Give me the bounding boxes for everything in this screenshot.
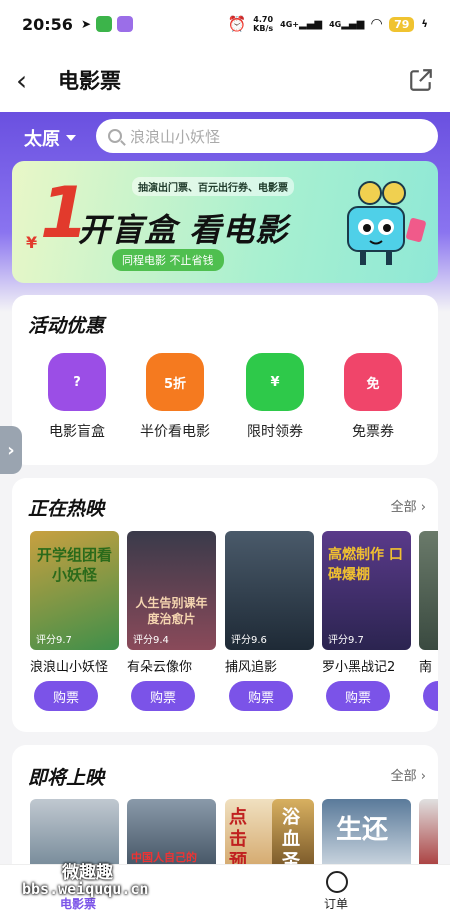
movie-poster[interactable]: 高燃制作 口碑爆棚 评分9.7 bbox=[322, 531, 411, 650]
poster-text: 生还 bbox=[336, 815, 389, 845]
activity-item-label: 免票券 bbox=[352, 424, 394, 440]
bird-icon: ➤ bbox=[80, 17, 91, 31]
activity-item-coupon[interactable]: ¥ 限时领券 bbox=[230, 353, 320, 441]
net-speed-value: 4.70 bbox=[253, 15, 274, 24]
watermark-line2: bbs.weiququ.cn bbox=[22, 880, 149, 898]
city-selector[interactable]: 太原 bbox=[24, 125, 76, 151]
banner-headline: 开盲盒 看电影 bbox=[78, 211, 289, 249]
movie-poster[interactable]: 评分9.6 bbox=[225, 531, 314, 650]
poster-text: 中国人自己的 bbox=[131, 851, 197, 864]
alarm-icon: ⏰ bbox=[227, 15, 247, 33]
movie-item[interactable]: 南 购票 bbox=[419, 531, 438, 711]
activity-item-label: 限时领券 bbox=[247, 424, 303, 440]
movie-item[interactable]: 人生告别课年度治愈片 评分9.4 有朵云像你 购票 bbox=[127, 531, 216, 711]
side-drawer-handle[interactable]: › bbox=[0, 426, 22, 474]
movie-score: 评分9.7 bbox=[328, 635, 364, 646]
upcoming-more[interactable]: 全部 › bbox=[391, 765, 426, 784]
search-icon bbox=[108, 129, 122, 143]
share-icon[interactable] bbox=[408, 67, 434, 93]
now-showing-card: 正在热映 全部 › 开学组团看小妖怪 评分9.7 浪浪山小妖怪 购票 人生告别课… bbox=[12, 478, 438, 732]
movie-item[interactable]: 高燃制作 口碑爆棚 评分9.7 罗小黑战记2 购票 bbox=[322, 531, 411, 711]
app-notification-icon bbox=[117, 16, 133, 32]
banner-tag: 同程电影 不止省钱 bbox=[112, 249, 224, 271]
buy-ticket-button[interactable]: 购票 bbox=[229, 681, 293, 711]
movie-title: 罗小黑战记2 bbox=[322, 660, 396, 675]
buy-ticket-button[interactable]: 购票 bbox=[131, 681, 195, 711]
poster-text: 人生告别课年度治愈片 bbox=[135, 596, 208, 626]
order-icon[interactable] bbox=[326, 871, 348, 893]
buy-ticket-button[interactable]: 购票 bbox=[423, 681, 438, 711]
back-icon[interactable]: ‹ bbox=[16, 64, 46, 97]
movie-item[interactable]: 开学组团看小妖怪 评分9.7 浪浪山小妖怪 购票 bbox=[30, 531, 119, 711]
more-label: 全部 bbox=[390, 500, 417, 515]
movie-poster[interactable]: 开学组团看小妖怪 评分9.7 bbox=[30, 531, 119, 650]
activity-item-label: 半价看电影 bbox=[140, 424, 210, 440]
status-bar: 20:56 ➤ ⏰ 4.70 KB/s 4G+▂▄▆ 4G▂▄▆ ◠ 79 ϟ bbox=[0, 0, 450, 48]
now-showing-title: 正在热映 bbox=[28, 498, 105, 520]
status-notification-icons: ➤ bbox=[81, 16, 133, 32]
caret-down-icon bbox=[66, 135, 76, 141]
activity-item-half-price[interactable]: 5折 半价看电影 bbox=[130, 353, 220, 441]
top-nav: ‹ 电影票 bbox=[0, 48, 450, 112]
net-speed: 4.70 KB/s bbox=[253, 15, 273, 33]
blind-box-icon: ? bbox=[48, 353, 106, 411]
activity-card: 活动优惠 ? 电影盲盒 5折 半价看电影 ¥ 限时领券 免 免票券 bbox=[12, 295, 438, 465]
movie-score: 评分9.6 bbox=[231, 635, 267, 646]
buy-ticket-button[interactable]: 购票 bbox=[34, 681, 98, 711]
city-label: 太原 bbox=[24, 129, 60, 150]
signal-label-1: 4G+ bbox=[280, 19, 299, 29]
movie-poster[interactable]: 人生告别课年度治愈片 评分9.4 bbox=[127, 531, 216, 650]
movie-score: 评分9.4 bbox=[133, 635, 169, 646]
movie-title: 捕风追影 bbox=[225, 660, 278, 675]
movie-title: 南 bbox=[419, 660, 433, 675]
movie-item[interactable]: 评分9.6 捕风追影 购票 bbox=[225, 531, 314, 711]
net-speed-unit: KB/s bbox=[253, 24, 274, 33]
now-showing-more[interactable]: 全部 › bbox=[391, 496, 426, 515]
movie-poster[interactable] bbox=[419, 531, 438, 650]
banner-yen: ¥ bbox=[26, 233, 38, 252]
film-projector-mascot-icon bbox=[347, 181, 426, 265]
charging-icon: ϟ bbox=[421, 18, 428, 30]
buy-ticket-button[interactable]: 购票 bbox=[326, 681, 390, 711]
more-label: 全部 bbox=[390, 769, 417, 784]
signal-label-2: 4G bbox=[329, 19, 342, 29]
activity-item-free-ticket[interactable]: 免 免票券 bbox=[328, 353, 418, 441]
movie-score: 评分9.7 bbox=[36, 635, 72, 646]
movie-title: 浪浪山小妖怪 bbox=[30, 660, 109, 675]
page-title: 电影票 bbox=[58, 69, 121, 93]
activity-title: 活动优惠 bbox=[28, 315, 105, 337]
upcoming-title: 即将上映 bbox=[28, 767, 105, 789]
activity-item-label: 电影盲盒 bbox=[49, 424, 105, 440]
coupon-icon: ¥ bbox=[246, 353, 304, 411]
poster-text: 开学组团看小妖怪 bbox=[36, 546, 112, 584]
movie-title: 有朵云像你 bbox=[127, 660, 193, 675]
wifi-icon: ◠ bbox=[371, 16, 383, 32]
poster-text: 高燃制作 口碑爆棚 bbox=[328, 547, 403, 583]
discount-icon: 5折 bbox=[146, 353, 204, 411]
signal-icon: 4G+▂▄▆ bbox=[280, 18, 323, 30]
search-placeholder: 浪浪山小妖怪 bbox=[130, 127, 221, 146]
search-input[interactable]: 浪浪山小妖怪 bbox=[96, 119, 438, 153]
activity-item-blind-box[interactable]: ? 电影盲盒 bbox=[32, 353, 122, 441]
charge-app-icon bbox=[96, 16, 112, 32]
status-time: 20:56 bbox=[22, 14, 73, 34]
banner-subtitle: 抽演出门票、百元出行券、电影票 bbox=[132, 177, 294, 196]
tab-order[interactable]: 订单 bbox=[324, 895, 348, 912]
battery-indicator: 79 bbox=[389, 16, 415, 32]
free-ticket-icon: 免 bbox=[344, 353, 402, 411]
promo-banner[interactable]: 抽演出门票、百元出行券、电影票 ¥ 1 开盲盒 看电影 同程电影 不止省钱 bbox=[12, 161, 438, 283]
signal-icon: 4G▂▄▆ bbox=[329, 18, 365, 30]
